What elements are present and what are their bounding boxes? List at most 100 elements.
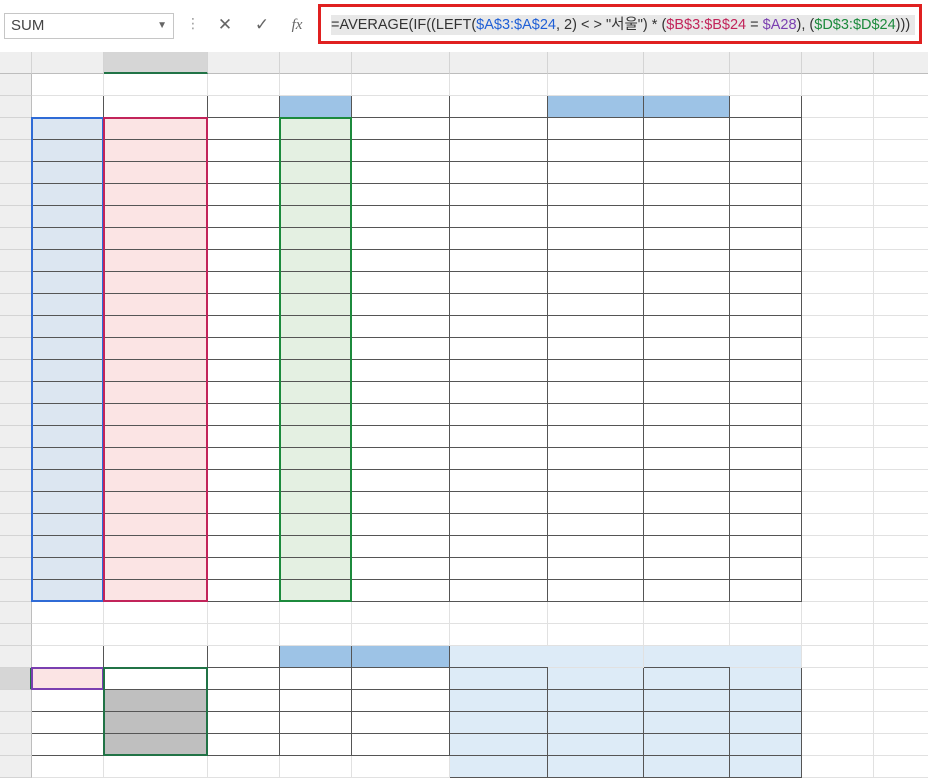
row-header-30[interactable]: [0, 712, 32, 734]
table-cell[interactable]: [280, 294, 352, 316]
table-cell[interactable]: [644, 294, 730, 316]
table-cell[interactable]: [352, 712, 450, 734]
table-cell[interactable]: [548, 492, 644, 514]
table-cell[interactable]: [208, 404, 280, 426]
table-cell[interactable]: [32, 294, 104, 316]
table-cell[interactable]: [32, 272, 104, 294]
empty-cell[interactable]: [802, 492, 874, 514]
table-cell[interactable]: [548, 272, 644, 294]
row-header-21[interactable]: [0, 514, 32, 536]
empty-cell[interactable]: [104, 602, 208, 624]
column-heading[interactable]: [32, 96, 104, 118]
empty-cell[interactable]: [802, 558, 874, 580]
table-cell[interactable]: [730, 756, 802, 778]
table-cell[interactable]: [548, 558, 644, 580]
empty-cell[interactable]: [802, 382, 874, 404]
table-cell[interactable]: [450, 492, 548, 514]
table-cell[interactable]: [208, 294, 280, 316]
table-cell[interactable]: [104, 140, 208, 162]
table-cell[interactable]: [352, 734, 450, 756]
table-cell[interactable]: [104, 360, 208, 382]
empty-cell[interactable]: [874, 184, 928, 206]
table-cell[interactable]: [644, 492, 730, 514]
column-heading[interactable]: [352, 646, 450, 668]
table-cell[interactable]: [548, 184, 644, 206]
table-cell[interactable]: [450, 140, 548, 162]
table-cell[interactable]: [352, 558, 450, 580]
table-cell[interactable]: [450, 514, 548, 536]
table-cell[interactable]: [208, 206, 280, 228]
row-header-26[interactable]: [0, 624, 32, 646]
empty-cell[interactable]: [280, 74, 352, 96]
empty-cell[interactable]: [874, 602, 928, 624]
table-cell[interactable]: [450, 228, 548, 250]
table-cell[interactable]: [208, 338, 280, 360]
column-header-b[interactable]: [104, 52, 208, 74]
table-cell[interactable]: [644, 228, 730, 250]
empty-cell[interactable]: [802, 184, 874, 206]
table-cell[interactable]: [208, 360, 280, 382]
column-header-f[interactable]: [450, 52, 548, 74]
row-header-3[interactable]: [0, 118, 32, 140]
table-cell[interactable]: [730, 272, 802, 294]
table-label[interactable]: [208, 624, 280, 646]
empty-cell[interactable]: [874, 272, 928, 294]
table-cell[interactable]: [548, 756, 644, 778]
table-cell[interactable]: [280, 360, 352, 382]
empty-cell[interactable]: [802, 580, 874, 602]
table-cell[interactable]: [644, 426, 730, 448]
active-cell-editing[interactable]: [104, 668, 208, 690]
table-cell[interactable]: [104, 316, 208, 338]
empty-cell[interactable]: [802, 712, 874, 734]
table-cell[interactable]: [450, 536, 548, 558]
column-heading[interactable]: [450, 96, 548, 118]
table-cell[interactable]: [32, 580, 104, 602]
table-cell[interactable]: [730, 338, 802, 360]
column-heading[interactable]: [644, 96, 730, 118]
empty-cell[interactable]: [730, 646, 802, 668]
table-cell[interactable]: [450, 206, 548, 228]
column-header-d[interactable]: [280, 52, 352, 74]
table-cell[interactable]: [730, 382, 802, 404]
table-cell[interactable]: [644, 184, 730, 206]
table-cell[interactable]: [352, 668, 450, 690]
column-header-h[interactable]: [644, 52, 730, 74]
empty-cell[interactable]: [802, 470, 874, 492]
empty-cell[interactable]: [874, 162, 928, 184]
empty-cell[interactable]: [802, 690, 874, 712]
table-cell[interactable]: [104, 514, 208, 536]
column-heading[interactable]: [280, 96, 352, 118]
column-heading[interactable]: [208, 646, 280, 668]
table-cell[interactable]: [450, 558, 548, 580]
empty-cell[interactable]: [104, 74, 208, 96]
empty-cell[interactable]: [644, 74, 730, 96]
empty-cell[interactable]: [802, 338, 874, 360]
table-cell[interactable]: [32, 162, 104, 184]
table-cell[interactable]: [644, 404, 730, 426]
table-cell[interactable]: [644, 448, 730, 470]
empty-cell[interactable]: [874, 250, 928, 272]
table-cell[interactable]: [352, 404, 450, 426]
table-cell[interactable]: [352, 206, 450, 228]
table-cell[interactable]: [104, 492, 208, 514]
column-header-k[interactable]: [874, 52, 928, 74]
empty-cell[interactable]: [802, 514, 874, 536]
empty-cell[interactable]: [208, 756, 280, 778]
table-cell[interactable]: [730, 448, 802, 470]
table-cell[interactable]: [208, 316, 280, 338]
table-cell[interactable]: [548, 470, 644, 492]
empty-cell[interactable]: [802, 162, 874, 184]
table-cell[interactable]: [208, 514, 280, 536]
table-cell[interactable]: [730, 426, 802, 448]
empty-cell[interactable]: [802, 756, 874, 778]
table-cell[interactable]: [730, 140, 802, 162]
table-cell[interactable]: [450, 338, 548, 360]
table-cell[interactable]: [352, 162, 450, 184]
table-cell[interactable]: [280, 690, 352, 712]
table-cell[interactable]: [208, 162, 280, 184]
table-cell[interactable]: [104, 690, 208, 712]
table-cell[interactable]: [208, 426, 280, 448]
table-cell[interactable]: [104, 536, 208, 558]
table-cell[interactable]: [730, 316, 802, 338]
table-cell[interactable]: [730, 470, 802, 492]
